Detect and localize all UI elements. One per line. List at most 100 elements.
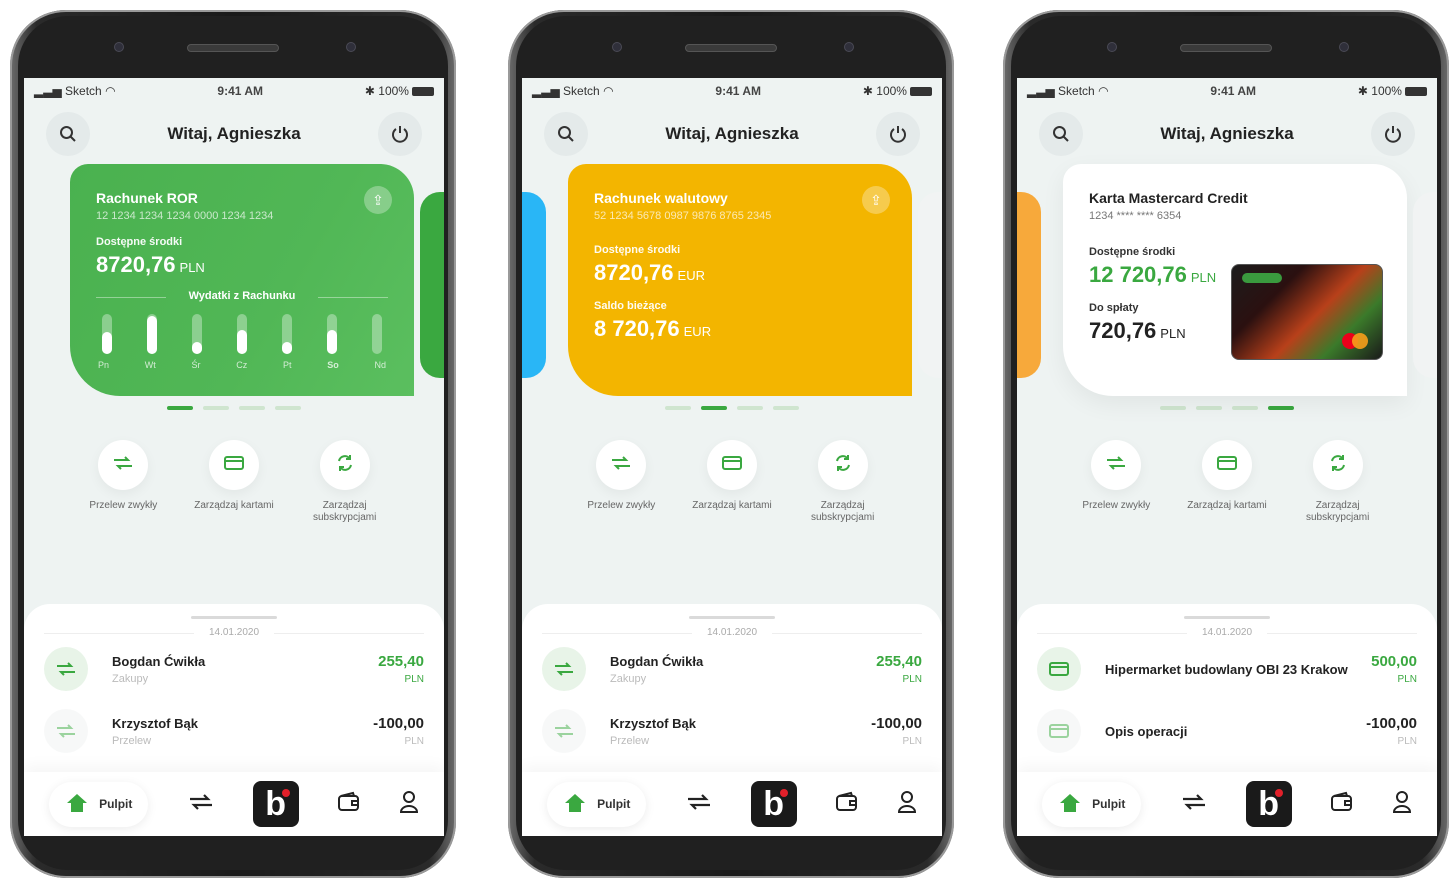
brand-logo-button[interactable]: b [252,781,299,827]
transaction-details: Bogdan Ćwikła Zakupy [610,654,876,685]
spending-bar-fill [102,332,112,354]
nav-home-button[interactable]: Pulpit [547,782,646,827]
action-button[interactable] [319,440,370,490]
transaction-row[interactable]: Krzysztof Bąk Przelew -100,00 PLN [44,700,424,762]
action-button[interactable] [596,440,647,490]
next-card-peek[interactable] [1413,192,1437,378]
logout-button[interactable] [1371,112,1415,156]
weekday-label: Cz [236,360,248,370]
mastercard-logo [1342,333,1368,349]
action-refresh[interactable]: Zarządzaj subskrypcjami [1288,440,1388,524]
logout-button[interactable] [378,112,422,156]
brand-logo-button[interactable]: b [750,781,797,827]
transaction-date: 14.01.2020 [1037,627,1417,638]
search-icon [558,126,574,142]
search-button[interactable] [46,112,90,156]
weekday-label: Wt [144,360,156,370]
drag-handle[interactable] [191,616,277,619]
search-button[interactable] [544,112,588,156]
action-button[interactable] [1201,440,1252,490]
logout-button[interactable] [876,112,920,156]
bottom-nav: Pulpit b [24,772,444,836]
search-button[interactable] [1039,112,1083,156]
transaction-row[interactable]: Krzysztof Bąk Przelew -100,00 PLN [542,700,922,762]
nav-transfers-button[interactable] [187,792,215,817]
transaction-row[interactable]: Hipermarket budowlany OBI 23 Krakow 500,0… [1037,638,1417,700]
nav-wallet-button[interactable] [337,791,361,818]
action-button[interactable] [706,440,757,490]
search-icon [1053,126,1069,142]
account-number: 52 1234 5678 0987 9876 8765 2345 [594,210,772,222]
action-transfer[interactable]: Przelew zwykły [571,440,671,524]
action-card[interactable]: Zarządzaj kartami [184,440,284,524]
previous-card-peek[interactable] [1017,192,1041,378]
nav-profile-button[interactable] [897,790,917,819]
spending-bar-fill [147,316,157,354]
action-button[interactable] [1312,440,1363,490]
action-card[interactable]: Zarządzaj kartami [1177,440,1277,524]
action-label: Przelew zwykły [1082,500,1151,511]
transaction-details: Hipermarket budowlany OBI 23 Krakow [1105,662,1371,677]
next-card-peek[interactable] [918,192,942,378]
nav-wallet-button[interactable] [835,791,859,818]
wifi-icon: ◠ [1098,84,1109,98]
previous-card-peek[interactable] [522,192,546,378]
wallet-icon [337,791,361,817]
amount-currency: PLN [1397,674,1417,685]
action-button[interactable] [98,440,149,490]
card-carousel[interactable]: ⇪ Rachunek ROR 12 1234 1234 1234 0000 12… [24,164,444,414]
wallet-icon [835,791,859,817]
brand-logo-button[interactable]: b [1245,781,1292,827]
transfer-icon [112,455,134,476]
transaction-category: Zakupy [610,672,647,685]
action-label: Zarządzaj kartami [194,500,274,511]
nav-transfers-button[interactable] [1180,792,1208,817]
card-carousel[interactable]: ⇪ Rachunek walutowy 52 1234 5678 0987 98… [522,164,942,414]
card-number: 1234 **** **** 6354 [1089,210,1182,222]
action-label: Zarządzaj kartami [1187,500,1267,511]
transaction-category: Zakupy [112,672,149,685]
spending-bar-fill [327,330,337,354]
action-refresh[interactable]: Zarządzaj subskrypcjami [295,440,395,524]
transaction-row[interactable]: Bogdan Ćwikła Zakupy 255,40 PLN [44,638,424,700]
battery-icon [411,87,434,97]
transfer-icon [610,455,632,476]
nav-home-button[interactable]: Pulpit [1042,782,1141,827]
spending-chart [96,314,388,354]
card-carousel[interactable]: Karta Mastercard Credit 1234 **** **** 6… [1017,164,1437,414]
drag-handle[interactable] [689,616,775,619]
quick-actions: Przelew zwykły Zarządzaj kartami Zarządzaj… [24,440,444,524]
action-refresh[interactable]: Zarządzaj subskrypcjami [793,440,893,524]
next-card-peek[interactable] [420,192,444,378]
transaction-row[interactable]: Opis operacji -100,00 PLN [1037,700,1417,762]
transaction-name: Krzysztof Bąk [112,715,198,731]
action-button[interactable] [1091,440,1142,490]
action-card[interactable]: Zarządzaj kartami [682,440,782,524]
action-button[interactable] [817,440,868,490]
bottom-nav: Pulpit b [1017,772,1437,836]
available-balance: 8720,76 EUR [594,260,705,285]
account-card[interactable]: ⇪ Rachunek walutowy 52 1234 5678 0987 98… [568,164,912,396]
nav-home-label: Pulpit [597,797,631,811]
action-transfer[interactable]: Przelew zwykły [1066,440,1166,524]
nav-wallet-button[interactable] [1330,791,1354,818]
transaction-details: Krzysztof Bąk Przelew [112,716,373,747]
nav-transfers-button[interactable] [685,792,713,817]
action-transfer[interactable]: Przelew zwykły [73,440,173,524]
card-icon [1216,455,1237,476]
signal-icon: ▂▃▅ [34,84,62,98]
action-button[interactable] [208,440,259,490]
nav-profile-button[interactable] [1392,790,1412,819]
nav-profile-button[interactable] [399,790,419,819]
transaction-name: Krzysztof Bąk [610,715,696,731]
bluetooth-icon: ✱ [1357,84,1368,98]
credit-card-tile[interactable]: Karta Mastercard Credit 1234 **** **** 6… [1063,164,1407,396]
bluetooth-icon: ✱ [862,84,873,98]
transaction-name: Opis operacji [1105,723,1188,739]
account-card[interactable]: ⇪ Rachunek ROR 12 1234 1234 1234 0000 12… [70,164,414,396]
nav-home-button[interactable]: Pulpit [49,782,148,827]
transaction-amount: -100,00 PLN [373,715,424,747]
amount-value: -100,00 [1366,715,1417,732]
transaction-row[interactable]: Bogdan Ćwikła Zakupy 255,40 PLN [542,638,922,700]
drag-handle[interactable] [1184,616,1270,619]
